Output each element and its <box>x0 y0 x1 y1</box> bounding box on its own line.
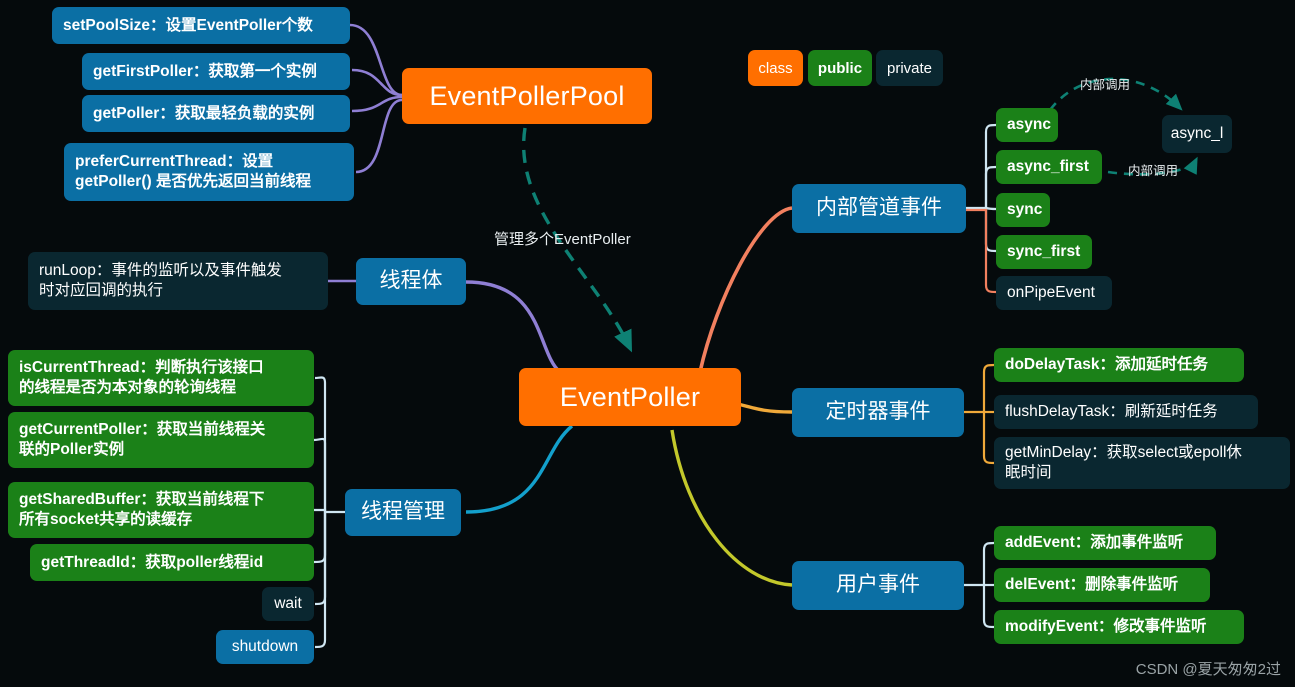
node-label: 用户事件 <box>836 573 920 597</box>
legend-chip-label: class <box>758 59 793 77</box>
userevent-child-addevent[interactable]: addEvent：添加事件监听 <box>994 526 1216 560</box>
category-user-event[interactable]: 用户事件 <box>792 561 964 610</box>
edge-innerpipe-children <box>966 123 997 253</box>
edge-label-text: 管理多个EventPoller <box>494 231 631 248</box>
userevent-child-modifyevent[interactable]: modifyEvent：修改事件监听 <box>994 610 1244 644</box>
threadmanage-child-shutdown[interactable]: shutdown <box>216 630 314 664</box>
node-eventpoller-root[interactable]: EventPoller <box>519 368 741 426</box>
node-label: sync <box>1007 201 1043 219</box>
node-label: modifyEvent：修改事件监听 <box>1005 618 1207 636</box>
edge-innerpipe-onpipeevent <box>966 208 997 294</box>
category-timer[interactable]: 定时器事件 <box>792 388 964 437</box>
node-label: 内部管道事件 <box>816 196 942 220</box>
innerpipe-child-async-first[interactable]: async_first <box>996 150 1102 184</box>
threadbody-child-runloop[interactable]: runLoop：事件的监听以及事件触发 时对应回调的执行 <box>28 252 328 310</box>
edge-userevent-children <box>964 541 995 629</box>
node-label: getFirstPoller：获取第一个实例 <box>93 62 317 80</box>
node-async-impl[interactable]: async_l <box>1162 115 1232 153</box>
timer-child-getmindelay[interactable]: getMinDelay：获取select或epoll休 眠时间 <box>994 437 1290 489</box>
innerpipe-child-sync[interactable]: sync <box>996 193 1050 227</box>
node-label: getMinDelay：获取select或epoll休 眠时间 <box>1005 444 1242 481</box>
legend-chip-class: class <box>748 50 803 86</box>
node-label: async_l <box>1170 125 1224 143</box>
node-label: onPipeEvent <box>1007 284 1095 302</box>
node-label: EventPollerPool <box>429 80 625 111</box>
node-label: preferCurrentThread：设置 getPoller() 是否优先返… <box>75 153 311 190</box>
node-label: getPoller：获取最轻负载的实例 <box>93 104 315 122</box>
node-label: delEvent：删除事件监听 <box>1005 576 1179 594</box>
category-thread-body[interactable]: 线程体 <box>356 258 466 305</box>
node-label: async <box>1007 116 1051 134</box>
threadmanage-child-wait[interactable]: wait <box>262 587 314 621</box>
mindmap-canvas: class public private setPoolSize：设置Event… <box>0 0 1295 687</box>
edge-root-user-event <box>670 429 793 587</box>
node-label: setPoolSize：设置EventPoller个数 <box>63 16 313 34</box>
watermark: CSDN @夏天匆匆2过 <box>1136 658 1281 679</box>
edge-timer-children <box>964 363 995 465</box>
node-label: 线程体 <box>379 269 443 293</box>
node-label: getCurrentPoller：获取当前线程关 联的Poller实例 <box>19 421 266 458</box>
pool-method-getpoller[interactable]: getPoller：获取最轻负载的实例 <box>82 95 350 132</box>
threadmanage-child-getcurrentpoller[interactable]: getCurrentPoller：获取当前线程关 联的Poller实例 <box>8 412 314 468</box>
threadmanage-child-getthreadid[interactable]: getThreadId：获取poller线程id <box>30 544 314 581</box>
threadmanage-child-getsharedbuffer[interactable]: getSharedBuffer：获取当前线程下 所有socket共享的读缓存 <box>8 482 314 538</box>
innerpipe-child-onpipeevent[interactable]: onPipeEvent <box>996 276 1112 310</box>
legend-chip-public: public <box>808 50 872 86</box>
edge-root-thread-manage <box>465 424 574 514</box>
edge-label-internal-call-2: 内部调用 <box>1128 160 1178 179</box>
node-label: 线程管理 <box>361 500 445 524</box>
edge-label-internal-call-1: 内部调用 <box>1080 74 1130 93</box>
innerpipe-child-sync-first[interactable]: sync_first <box>996 235 1092 269</box>
pool-method-prefercurrentthread[interactable]: preferCurrentThread：设置 getPoller() 是否优先返… <box>64 143 354 201</box>
pool-method-setpoolsize[interactable]: setPoolSize：设置EventPoller个数 <box>52 7 350 44</box>
innerpipe-child-async[interactable]: async <box>996 108 1058 142</box>
node-label: async_first <box>1007 158 1089 176</box>
legend-chip-private: private <box>876 50 943 86</box>
node-label: isCurrentThread：判断执行该接口 的线程是否为本对象的轮询线程 <box>19 359 264 396</box>
edge-root-timer <box>737 402 793 414</box>
node-label: shutdown <box>231 638 299 656</box>
node-label: flushDelayTask：刷新延时任务 <box>1005 403 1218 421</box>
pool-method-getfirstpoller[interactable]: getFirstPoller：获取第一个实例 <box>82 53 350 90</box>
edge-label-manages: 管理多个EventPoller <box>494 228 631 249</box>
timer-child-flushdelaytask[interactable]: flushDelayTask：刷新延时任务 <box>994 395 1258 429</box>
watermark-text: CSDN @夏天匆匆2过 <box>1135 661 1281 678</box>
edge-root-inner-pipe <box>698 206 793 373</box>
node-label: getThreadId：获取poller线程id <box>41 553 264 571</box>
threadmanage-child-iscurrentthread[interactable]: isCurrentThread：判断执行该接口 的线程是否为本对象的轮询线程 <box>8 350 314 406</box>
node-label: 定时器事件 <box>825 400 931 424</box>
node-label: doDelayTask：添加延时任务 <box>1005 356 1208 374</box>
node-label: sync_first <box>1007 243 1081 261</box>
category-inner-pipe[interactable]: 内部管道事件 <box>792 184 966 233</box>
userevent-child-delevent[interactable]: delEvent：删除事件监听 <box>994 568 1210 602</box>
legend-chip-label: private <box>886 59 933 77</box>
node-label: EventPoller <box>559 381 701 412</box>
legend-chip-label: public <box>817 59 863 77</box>
node-label: getSharedBuffer：获取当前线程下 所有socket共享的读缓存 <box>19 491 265 528</box>
node-label: runLoop：事件的监听以及事件触发 时对应回调的执行 <box>39 262 282 299</box>
edge-label-text: 内部调用 <box>1080 78 1131 92</box>
timer-child-dodelaytask[interactable]: doDelayTask：添加延时任务 <box>994 348 1244 382</box>
edge-threadmanage-children <box>313 376 345 649</box>
edge-pool-children <box>349 23 403 174</box>
edge-label-text: 内部调用 <box>1128 164 1179 178</box>
category-thread-manage[interactable]: 线程管理 <box>345 489 461 536</box>
node-label: wait <box>274 595 302 613</box>
edge-root-thread-body <box>465 280 562 374</box>
node-label: addEvent：添加事件监听 <box>1005 534 1184 552</box>
node-eventpollerpool[interactable]: EventPollerPool <box>402 68 652 124</box>
